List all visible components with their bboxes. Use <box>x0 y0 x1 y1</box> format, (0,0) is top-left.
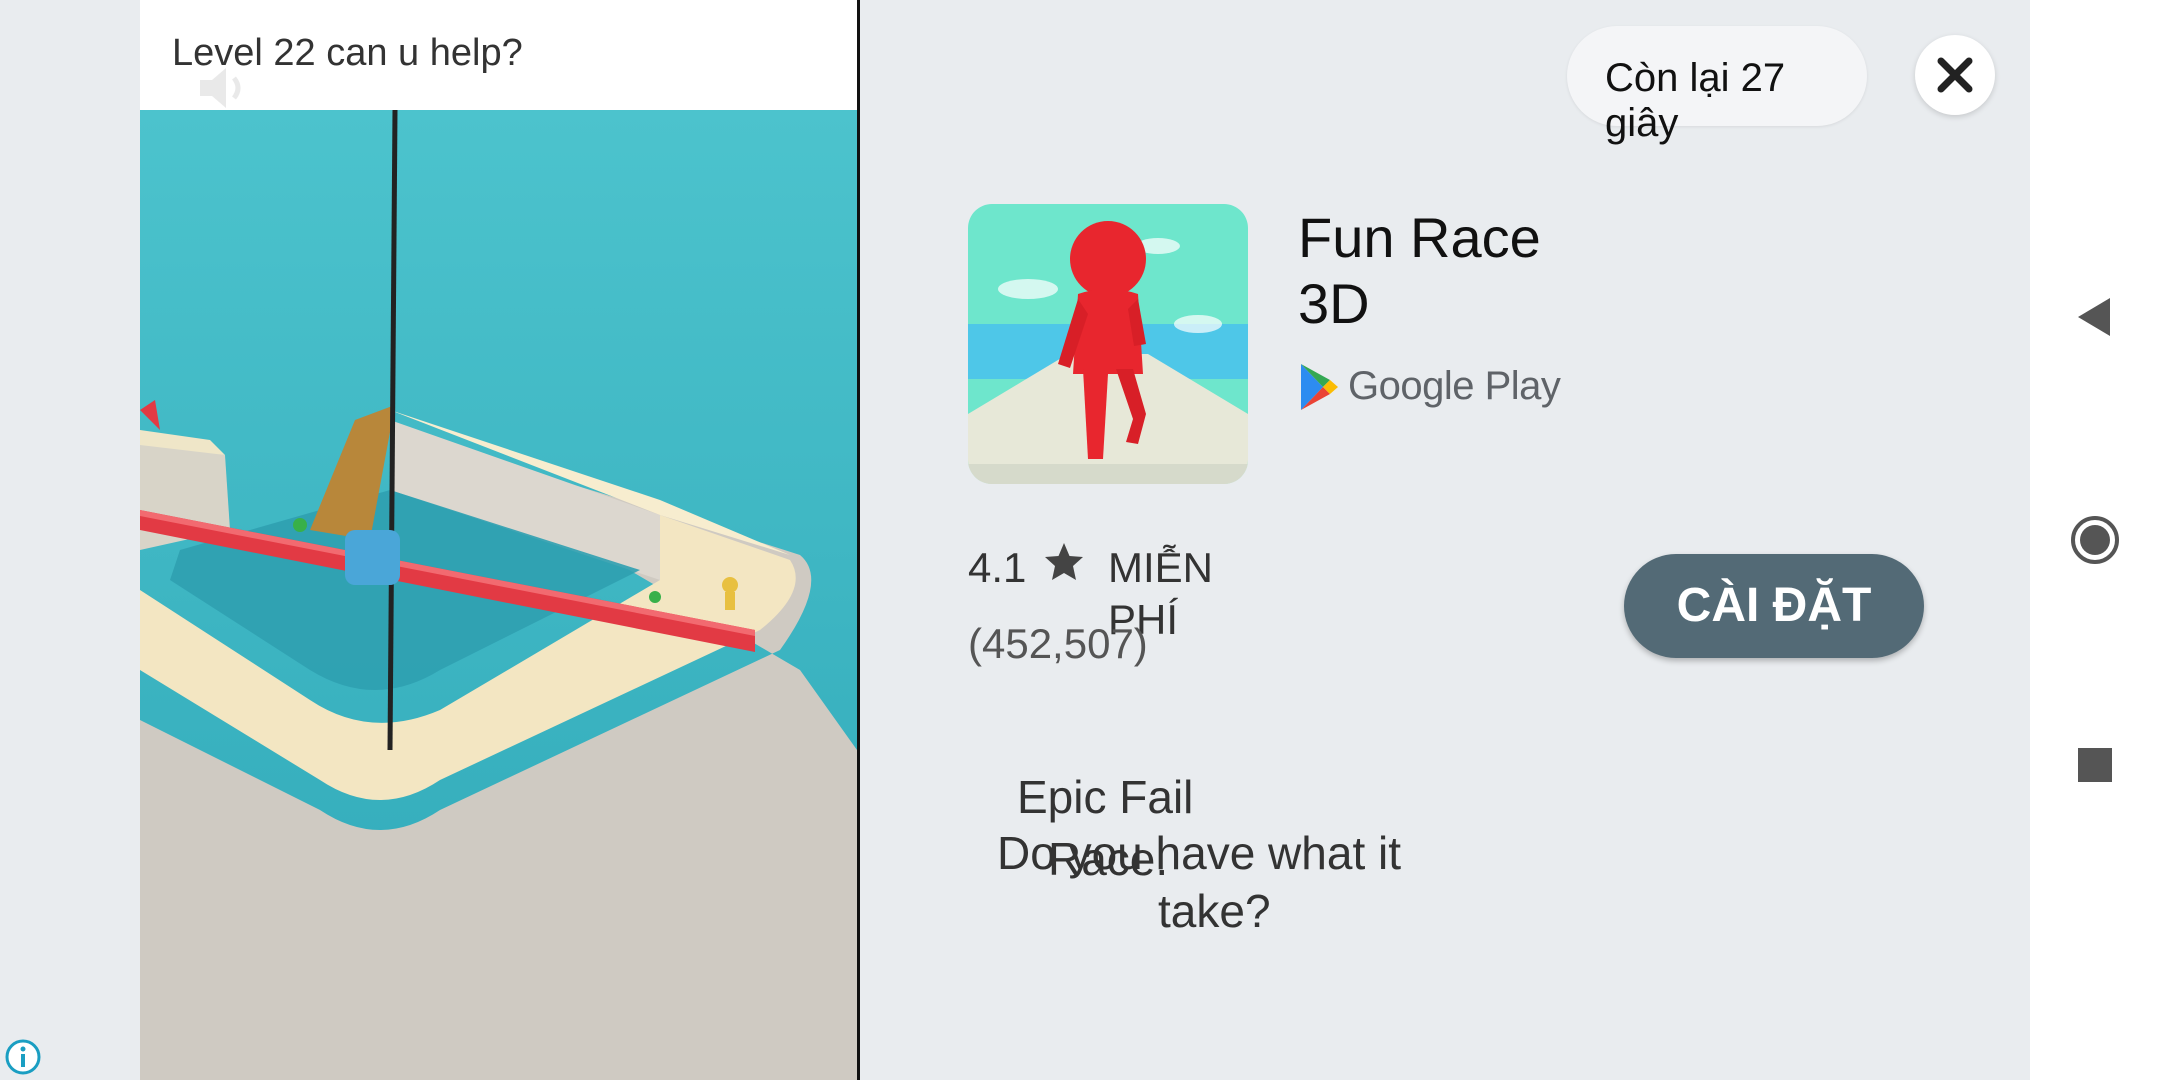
back-icon[interactable] <box>2070 292 2120 342</box>
recents-icon[interactable] <box>2070 740 2120 790</box>
home-icon[interactable] <box>2070 515 2120 565</box>
system-nav-bar <box>2030 0 2160 1080</box>
countdown-text: Còn lại 27 giây <box>1605 56 1786 145</box>
game-scene-image <box>140 110 857 1080</box>
rating-value: 4.1 <box>968 544 1027 591</box>
close-button[interactable] <box>1915 35 1995 115</box>
description-line: take? <box>1158 885 1271 937</box>
store-name: Google Play <box>1348 364 1561 408</box>
speaker-icon[interactable] <box>192 58 252 118</box>
info-icon[interactable] <box>4 1038 42 1076</box>
ad-info-panel: Còn lại 27 giây Fun Race 3D Google Play … <box>860 0 2030 1080</box>
ad-video[interactable]: Level 22 can u help? <box>140 0 857 1080</box>
google-play-icon <box>1301 364 1338 410</box>
app-icon[interactable] <box>968 204 1248 484</box>
close-icon <box>1937 57 1973 93</box>
app-title[interactable]: Fun Race 3D <box>1298 205 1598 337</box>
star-icon <box>1045 543 1083 580</box>
countdown-pill: Còn lại 27 giây <box>1567 26 1867 145</box>
app-icon-image <box>968 204 1248 484</box>
description-line: Race. <box>1048 833 1169 885</box>
review-count: (452,507) <box>968 620 1148 667</box>
description-line: Epic Fail <box>1017 771 1194 823</box>
install-button[interactable]: CÀI ĐẶT <box>1624 554 1924 658</box>
